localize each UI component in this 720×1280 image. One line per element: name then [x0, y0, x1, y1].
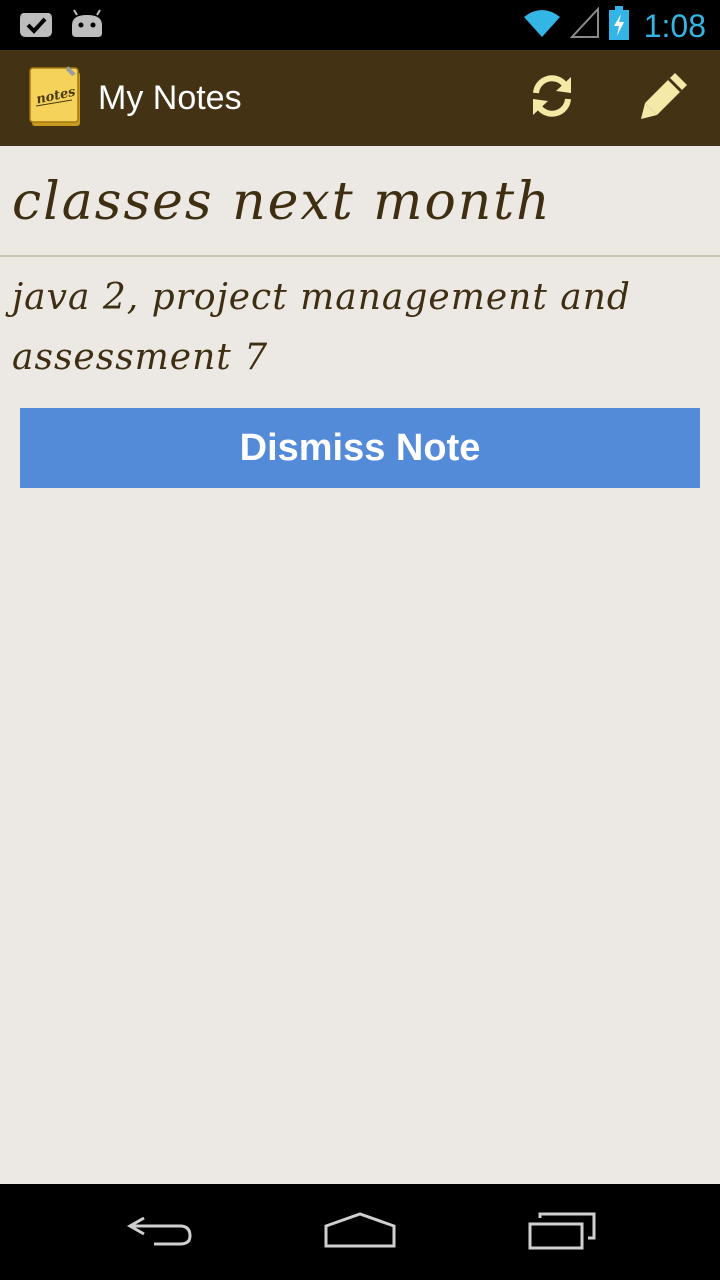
refresh-icon: [527, 71, 577, 126]
recents-button[interactable]: [512, 1202, 612, 1262]
wifi-icon: [522, 7, 562, 44]
nav-bar: [0, 1184, 720, 1280]
edit-button[interactable]: [634, 68, 694, 128]
notes-app-icon[interactable]: notes: [28, 66, 86, 130]
signal-icon: [569, 6, 600, 44]
back-icon: [124, 1210, 196, 1255]
battery-charging-icon: [608, 6, 630, 45]
home-button[interactable]: [310, 1202, 410, 1262]
edit-pencil-icon: [637, 69, 691, 128]
divider: [0, 255, 720, 257]
home-icon: [322, 1210, 398, 1255]
refresh-button[interactable]: [522, 68, 582, 128]
dismiss-note-button[interactable]: Dismiss Note: [20, 408, 700, 488]
note-body: java 2, project management and assessmen…: [12, 277, 631, 378]
action-bar: notes My Notes: [0, 50, 720, 146]
notification-check-icon: [18, 9, 54, 46]
android-icon: [68, 9, 106, 46]
note-title: classes next month: [12, 172, 552, 232]
status-bar: 1:08: [0, 0, 720, 50]
back-button[interactable]: [110, 1202, 210, 1262]
app-title: My Notes: [98, 79, 242, 117]
status-time: 1:08: [643, 7, 706, 44]
recents-icon: [526, 1210, 598, 1255]
